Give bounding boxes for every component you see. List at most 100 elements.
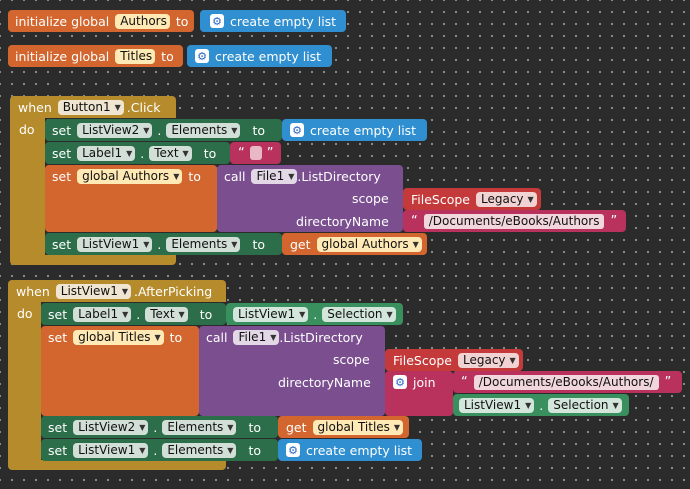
event-footer [8, 460, 226, 470]
property-dropdown[interactable]: Text ▼ [145, 306, 188, 322]
component-dropdown[interactable]: Label1 ▼ [73, 306, 132, 322]
dropdown-arrow-icon: ▼ [139, 422, 146, 432]
property-dropdown[interactable]: Elements ▼ [166, 236, 241, 252]
global-name-field[interactable]: Titles [115, 48, 156, 64]
component-dropdown[interactable]: ListView1 ▼ [77, 236, 153, 252]
to-label: to [199, 306, 213, 322]
join-label: join [413, 374, 436, 390]
text-field[interactable] [249, 146, 262, 160]
dot-label: . [539, 397, 544, 413]
gear-icon[interactable]: ⚙ [393, 375, 407, 389]
property-dropdown[interactable]: Selection ▼ [548, 397, 622, 413]
scope-label: scope [333, 352, 370, 367]
init-global-label: initialize global [15, 48, 110, 64]
create-empty-list-label: create empty list [230, 13, 337, 29]
set-label: set [52, 168, 72, 184]
init-global-titles-row: initialize global Titles to [15, 45, 174, 67]
property-dropdown[interactable]: Elements ▼ [162, 419, 237, 435]
dropdown-arrow-icon: ▼ [227, 445, 234, 455]
dropdown-arrow-icon: ▼ [299, 309, 306, 319]
component-dropdown[interactable]: ListView1 ▼ [459, 397, 535, 413]
dropdown-arrow-icon: ▼ [412, 239, 419, 249]
directory-text-field[interactable]: /Documents/eBooks/Authors/ [473, 374, 659, 390]
dropdown-arrow-icon: ▼ [612, 400, 619, 410]
filescope-label: FileScope [393, 352, 452, 368]
to-label: to [252, 122, 265, 138]
to-label: to [248, 419, 261, 435]
component-dropdown[interactable]: Button1 ▼ [57, 99, 124, 115]
set-label: set [52, 145, 72, 161]
get-label: get [286, 419, 307, 435]
global-name-field[interactable]: Authors [115, 13, 170, 29]
dropdown-arrow-icon: ▼ [178, 309, 185, 319]
to-label: to [188, 168, 201, 184]
dot-label: . [136, 306, 141, 322]
component-dropdown[interactable]: ListView1 ▼ [55, 283, 132, 299]
dropdown-arrow-icon: ▼ [231, 239, 238, 249]
create-empty-list-label: create empty list [306, 442, 413, 458]
property-dropdown[interactable]: Text ▼ [149, 145, 192, 161]
dropdown-arrow-icon: ▼ [386, 309, 393, 319]
dropdown-arrow-icon: ▼ [173, 171, 180, 181]
property-dropdown[interactable]: Elements ▼ [162, 442, 237, 458]
gear-icon[interactable]: ⚙ [210, 14, 224, 28]
open-quote: “ [238, 145, 245, 161]
property-dropdown[interactable]: Selection ▼ [322, 306, 396, 322]
dropdown-arrow-icon: ▼ [126, 148, 133, 158]
create-empty-list-label: create empty list [215, 48, 322, 64]
set-label: set [48, 306, 68, 322]
component-dropdown[interactable]: ListView1 ▼ [233, 306, 309, 322]
set-label: set [48, 419, 68, 435]
component-dropdown[interactable]: File1 ▼ [233, 329, 280, 345]
to-label: to [175, 13, 189, 29]
event-body-spine [8, 301, 41, 462]
dropdown-arrow-icon: ▼ [114, 102, 121, 112]
dropdown-arrow-icon: ▼ [122, 309, 129, 319]
set-label: set [48, 442, 68, 458]
open-quote: “ [411, 213, 418, 229]
when-label: when [16, 283, 50, 299]
dot-label: . [153, 442, 158, 458]
directory-name-label: directoryName [278, 375, 371, 390]
dropdown-arrow-icon: ▼ [525, 400, 532, 410]
component-dropdown[interactable]: ListView2 ▼ [77, 122, 153, 138]
do-label: do [17, 306, 33, 321]
dropdown-arrow-icon: ▼ [288, 171, 295, 181]
do-label: do [19, 122, 35, 137]
event-name-label: .AfterPicking [134, 283, 213, 299]
dot-label: . [157, 122, 162, 138]
when-label: when [18, 99, 52, 115]
component-dropdown[interactable]: File1 ▼ [251, 168, 298, 184]
variable-dropdown[interactable]: global Titles ▼ [312, 419, 404, 435]
to-label: to [161, 48, 174, 64]
call-label: call [224, 168, 246, 184]
scope-dropdown[interactable]: Legacy ▼ [458, 352, 519, 368]
component-dropdown[interactable]: ListView1 ▼ [73, 442, 149, 458]
component-dropdown[interactable]: Label1 ▼ [77, 145, 136, 161]
set-label: set [52, 236, 72, 252]
gear-icon[interactable]: ⚙ [195, 49, 209, 63]
open-quote: “ [461, 374, 468, 390]
property-dropdown[interactable]: Elements ▼ [166, 122, 241, 138]
dropdown-arrow-icon: ▼ [509, 355, 516, 365]
close-quote: ” [610, 213, 618, 229]
event-footer [10, 255, 176, 265]
variable-dropdown[interactable]: global Authors ▼ [316, 236, 422, 252]
component-dropdown[interactable]: ListView2 ▼ [73, 419, 149, 435]
close-quote: ” [664, 374, 672, 390]
to-label: to [252, 236, 265, 252]
variable-dropdown[interactable]: global Authors ▼ [77, 168, 183, 184]
to-label: to [203, 145, 217, 161]
scope-dropdown[interactable]: Legacy ▼ [476, 191, 537, 207]
directory-text-field[interactable]: /Documents/eBooks/Authors [423, 213, 605, 229]
gear-icon[interactable]: ⚙ [290, 123, 304, 137]
call-label: call [206, 329, 228, 345]
to-label: to [169, 329, 183, 345]
variable-dropdown[interactable]: global Titles ▼ [73, 329, 164, 345]
gear-icon[interactable]: ⚙ [286, 443, 300, 457]
init-global-authors-row: initialize global Authors to [15, 10, 188, 32]
dropdown-arrow-icon: ▼ [143, 239, 150, 249]
dot-label: . [140, 145, 145, 161]
set-label: set [52, 122, 72, 138]
filescope-label: FileScope [411, 191, 470, 207]
